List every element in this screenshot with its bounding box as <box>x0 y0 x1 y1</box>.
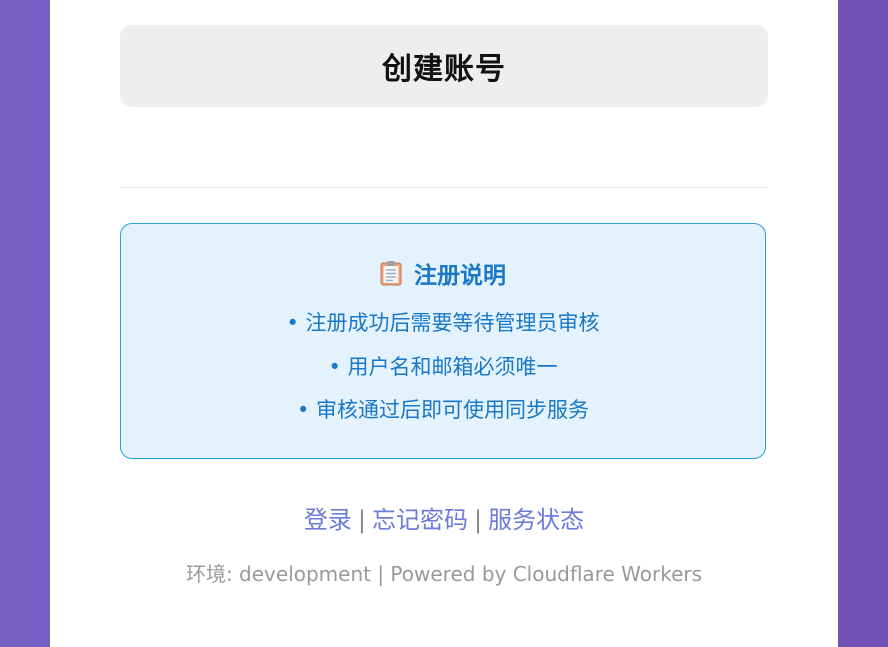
registration-notice: 注册说明 • 注册成功后需要等待管理员审核 • 用户名和邮箱必须唯一 • 审核通… <box>120 223 766 459</box>
service-status-link[interactable]: 服务状态 <box>488 506 584 534</box>
auth-links: 登录 | 忘记密码 | 服务状态 <box>50 500 838 535</box>
notice-title-row: 注册说明 <box>121 256 765 290</box>
notice-title: 注册说明 <box>414 263 506 289</box>
register-card: 创建账号 注册说明 • 注册成功后需要等待管理员审核 • 用户名和邮箱必须唯一 … <box>50 0 838 647</box>
clipboard-icon <box>380 260 402 286</box>
notice-item: • 用户名和邮箱必须唯一 <box>328 355 558 379</box>
login-link[interactable]: 登录 <box>304 506 352 534</box>
create-account-button[interactable]: 创建账号 <box>120 25 768 107</box>
notice-item: • 审核通过后即可使用同步服务 <box>296 398 590 422</box>
forgot-password-link[interactable]: 忘记密码 <box>372 506 468 534</box>
environment-footer: 环境: development | Powered by Cloudflare … <box>185 562 703 586</box>
notice-item: • 注册成功后需要等待管理员审核 <box>286 311 600 335</box>
divider <box>120 187 768 188</box>
link-separator: | <box>357 506 366 534</box>
link-separator: | <box>474 506 483 534</box>
